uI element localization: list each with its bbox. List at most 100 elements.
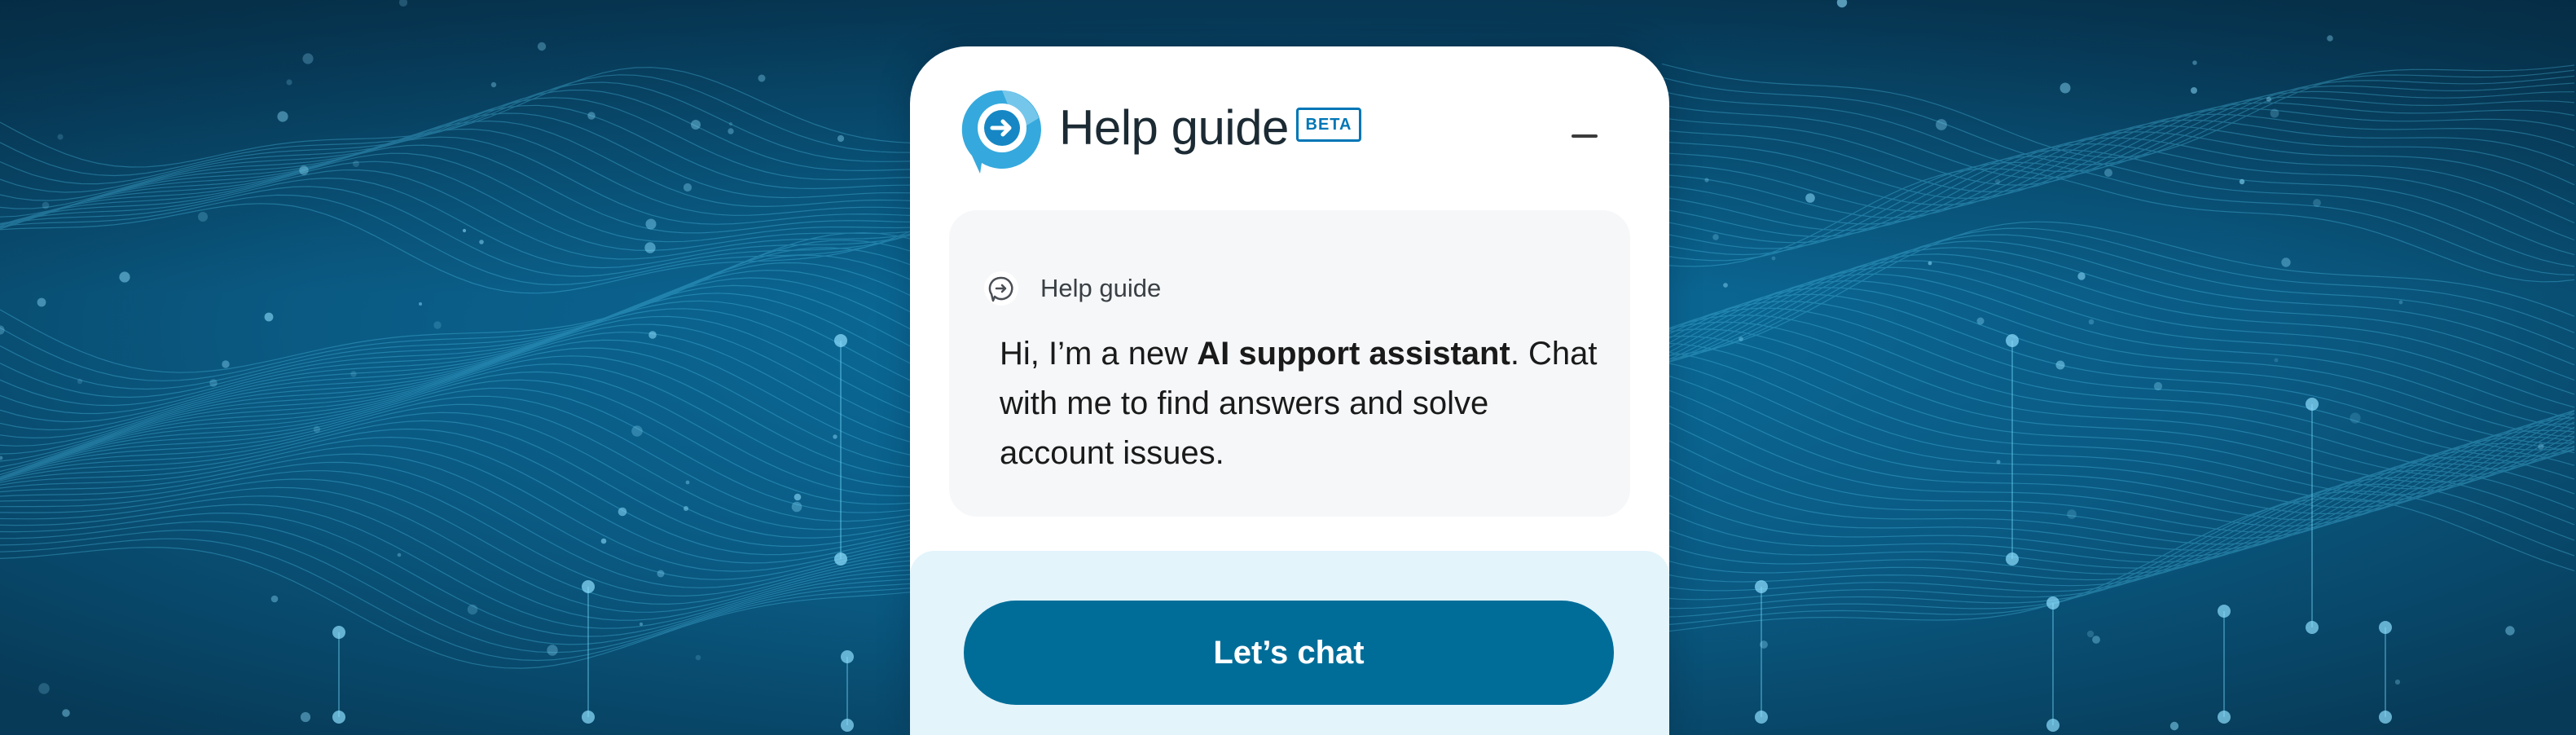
background-glow-dot xyxy=(2398,300,2403,305)
background-glow-dot xyxy=(467,604,478,615)
background-glow-dot xyxy=(2067,509,2077,519)
assistant-message-card: Help guide Hi, I’m a new AI support assi… xyxy=(949,210,1630,517)
background-glow-dot xyxy=(2059,82,2071,94)
background-glow-dot xyxy=(684,506,688,511)
background-glow-dot xyxy=(286,79,292,86)
background-node-dot xyxy=(2046,596,2059,610)
background-glow-dot xyxy=(2239,178,2245,185)
background-glow-dot xyxy=(62,709,70,717)
background-node-dot xyxy=(1755,580,1768,593)
background-glow-dot xyxy=(833,434,837,439)
background-glow-dot xyxy=(2153,381,2163,391)
background-glow-dot xyxy=(2191,87,2197,94)
assistant-message-text: Hi, I’m a new AI support assistant. Chat… xyxy=(1000,329,1602,478)
background-glow-dot xyxy=(2313,199,2321,207)
background-glow-dot xyxy=(645,218,657,230)
background-glow-dot xyxy=(299,165,309,175)
background-glow-dot xyxy=(691,120,701,130)
background-glow-dot xyxy=(728,128,734,134)
background-glow-dot xyxy=(793,493,802,501)
background-glow-dot xyxy=(631,425,643,437)
background-glow-dot xyxy=(1739,337,1743,341)
background-glow-dot xyxy=(270,595,279,603)
message-text-start: Hi, I’m a new xyxy=(1000,336,1198,372)
background-glow-dot xyxy=(77,378,83,385)
background-node-dot xyxy=(2006,552,2019,566)
background-node-dot xyxy=(834,334,847,347)
background-glow-dot xyxy=(1771,256,1776,261)
background-glow-dot xyxy=(618,507,627,517)
background-node-dot xyxy=(1755,711,1768,724)
background-node-dot xyxy=(2218,711,2231,724)
background-glow-dot xyxy=(353,161,359,167)
background-glow-dot xyxy=(657,570,665,578)
background-glow-dot xyxy=(2505,626,2515,636)
background-glow-dot xyxy=(648,331,657,339)
background-node-dot xyxy=(841,719,854,732)
background-glow-dot xyxy=(277,111,288,122)
background-glow-dot xyxy=(2394,679,2401,685)
background-glow-dot xyxy=(1976,317,1985,325)
beta-badge: BETA xyxy=(1296,108,1361,142)
background-glow-dot xyxy=(2104,169,2112,177)
background-glow-dot xyxy=(2538,443,2544,450)
background-glow-dot xyxy=(300,711,311,723)
background-glow-dot xyxy=(419,302,422,306)
background-glow-dot xyxy=(479,240,484,244)
background-glow-dot xyxy=(198,212,208,222)
background-glow-dot xyxy=(2270,108,2279,118)
background-glow-dot xyxy=(2086,630,2095,638)
background-glow-dot xyxy=(1712,234,1719,240)
help-guide-widget: Help guide BETA Help guide Hi, I’m a new… xyxy=(910,46,1669,735)
background-glow-dot xyxy=(1723,283,1728,288)
background-glow-dot xyxy=(57,134,64,140)
background-glow-dot xyxy=(350,371,357,377)
background-glow-dot xyxy=(683,183,692,192)
widget-header: Help guide BETA xyxy=(910,46,1669,209)
background-node-dot xyxy=(841,650,854,663)
background-glow-dot xyxy=(791,501,802,513)
background-glow-dot xyxy=(1936,119,1947,130)
background-glow-dot xyxy=(2192,60,2197,65)
message-sender: Help guide xyxy=(1040,274,1162,302)
background-node-dot xyxy=(332,711,345,724)
background-glow-dot xyxy=(728,121,733,126)
background-glow-dot xyxy=(38,683,50,694)
background-glow-dot xyxy=(644,242,656,253)
background-glow-dot xyxy=(2055,360,2065,370)
background-glow-dot xyxy=(2169,721,2179,731)
background-node-dot xyxy=(834,552,847,566)
background-node-dot xyxy=(332,626,345,639)
background-glow-dot xyxy=(209,379,218,387)
background-glow-dot xyxy=(462,228,467,233)
background-node-dot xyxy=(2046,719,2059,732)
minimize-icon xyxy=(1572,134,1598,138)
background-glow-dot xyxy=(639,622,644,627)
background-glow-dot xyxy=(1805,193,1815,203)
background-glow-dot xyxy=(313,425,321,434)
background-node-dot xyxy=(2379,711,2392,724)
background-glow-dot xyxy=(2274,358,2279,363)
minimize-button[interactable] xyxy=(1562,134,1602,167)
background-node-dot xyxy=(2306,398,2319,411)
background-glow-dot xyxy=(1760,640,1768,649)
lets-chat-button[interactable]: Let’s chat xyxy=(964,601,1614,705)
background-glow-dot xyxy=(37,297,46,307)
background-glow-dot xyxy=(2327,35,2333,42)
background-glow-dot xyxy=(397,552,402,557)
background-glow-dot xyxy=(758,74,766,82)
background-glow-dot xyxy=(537,42,547,51)
background-glow-dot xyxy=(1928,261,1932,266)
background-node-dot xyxy=(2306,621,2319,634)
background-node-dot xyxy=(582,711,595,724)
background-glow-dot xyxy=(1996,460,2001,464)
widget-title: Help guide xyxy=(1059,100,1289,155)
background-glow-dot xyxy=(264,312,274,322)
background-glow-dot xyxy=(695,654,701,661)
chat-arrow-icon xyxy=(984,271,1018,306)
background-glow-dot xyxy=(2350,412,2361,424)
background-glow-dot xyxy=(222,360,230,368)
background-glow-dot xyxy=(587,112,596,120)
background-glow-dot xyxy=(433,321,442,329)
background-glow-dot xyxy=(2092,636,2100,644)
